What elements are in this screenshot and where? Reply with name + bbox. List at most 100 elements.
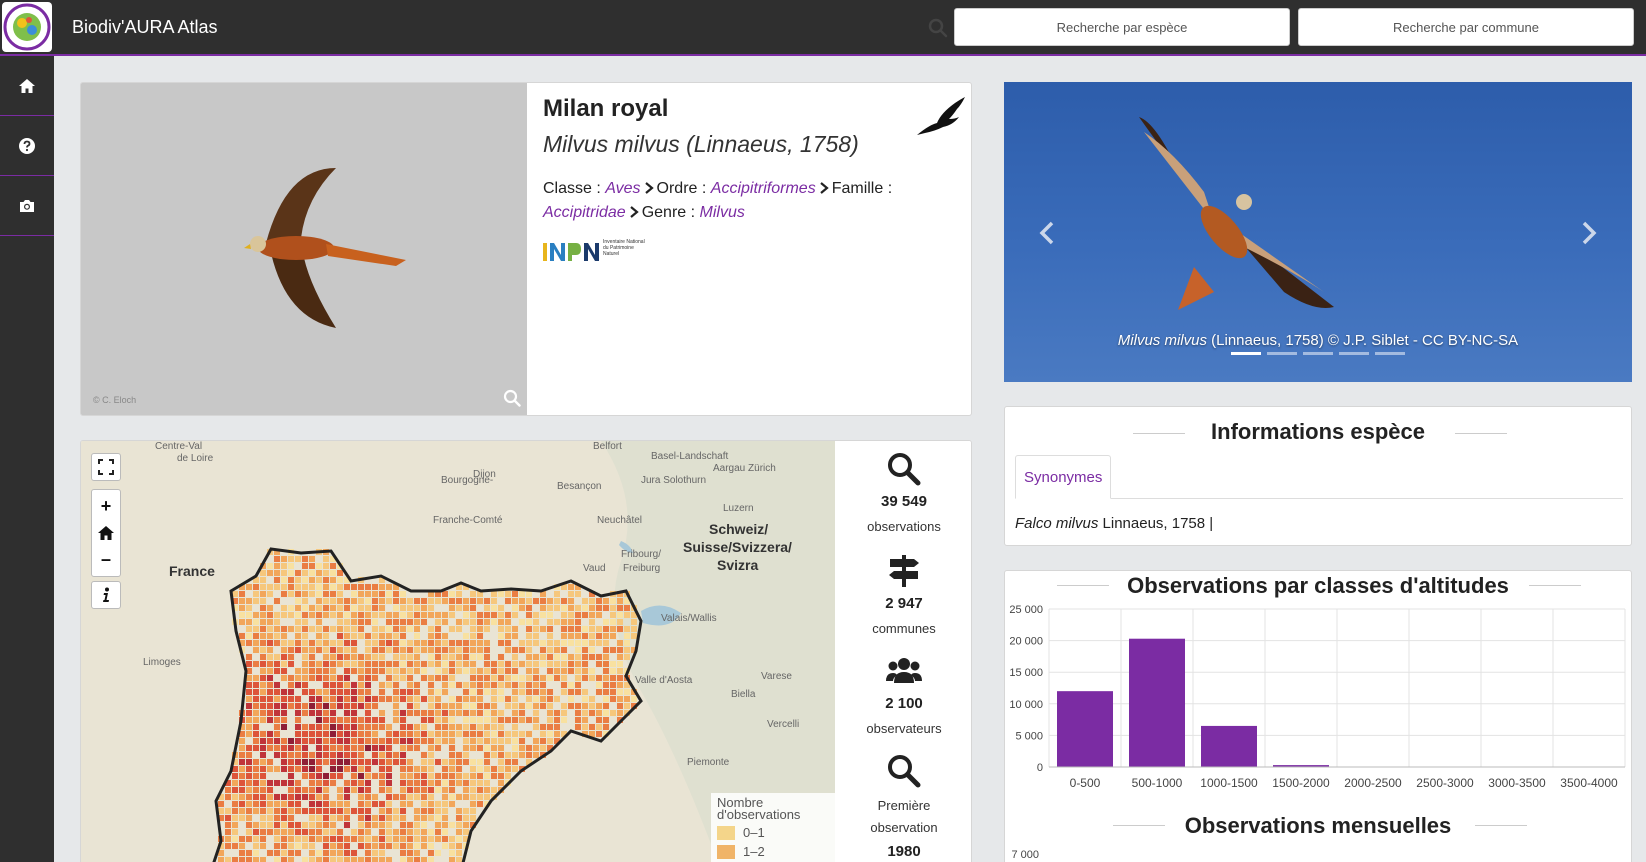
map-grid-cell[interactable] (400, 633, 406, 639)
map-grid-cell[interactable] (316, 857, 322, 862)
map-grid-cell[interactable] (386, 647, 392, 653)
map-grid-cell[interactable] (477, 626, 483, 632)
map-grid-cell[interactable] (568, 689, 574, 695)
map-grid-cell[interactable] (442, 640, 448, 646)
map-grid-cell[interactable] (512, 633, 518, 639)
map-grid-cell[interactable] (344, 801, 350, 807)
map-grid-cell[interactable] (463, 696, 469, 702)
map-grid-cell[interactable] (316, 563, 322, 569)
map-grid-cell[interactable] (512, 661, 518, 667)
map-grid-cell[interactable] (470, 605, 476, 611)
map-grid-cell[interactable] (379, 780, 385, 786)
map-grid-cell[interactable] (358, 591, 364, 597)
map-grid-cell[interactable] (330, 682, 336, 688)
map-grid-cell[interactable] (232, 829, 238, 835)
map-grid-cell[interactable] (435, 647, 441, 653)
map-grid-cell[interactable] (323, 801, 329, 807)
map-grid-cell[interactable] (358, 654, 364, 660)
map-grid-cell[interactable] (407, 787, 413, 793)
map-grid-cell[interactable] (526, 619, 532, 625)
map-grid-cell[interactable] (575, 682, 581, 688)
map-grid-cell[interactable] (323, 850, 329, 856)
map-grid-cell[interactable] (386, 731, 392, 737)
map-grid-cell[interactable] (421, 738, 427, 744)
map-grid-cell[interactable] (400, 773, 406, 779)
map-grid-cell[interactable] (547, 661, 553, 667)
map-grid-cell[interactable] (428, 857, 434, 862)
map-grid-cell[interactable] (309, 591, 315, 597)
map-grid-cell[interactable] (239, 836, 245, 842)
map-grid-cell[interactable] (253, 619, 259, 625)
map-grid-cell[interactable] (337, 570, 343, 576)
map-grid-cell[interactable] (393, 843, 399, 849)
map-grid-cell[interactable] (505, 682, 511, 688)
map-grid-cell[interactable] (540, 703, 546, 709)
tab-synonymes[interactable]: Synonymes (1015, 455, 1112, 499)
map-grid-cell[interactable] (463, 668, 469, 674)
map-grid-cell[interactable] (372, 633, 378, 639)
map-grid-cell[interactable] (253, 640, 259, 646)
map-grid-cell[interactable] (421, 612, 427, 618)
map-grid-cell[interactable] (603, 619, 609, 625)
map-grid-cell[interactable] (428, 843, 434, 849)
map-grid-cell[interactable] (512, 745, 518, 751)
map-grid-cell[interactable] (456, 829, 462, 835)
map-grid-cell[interactable] (379, 829, 385, 835)
map-grid-cell[interactable] (288, 773, 294, 779)
map-grid-cell[interactable] (477, 738, 483, 744)
map-grid-cell[interactable] (442, 773, 448, 779)
map-grid-cell[interactable] (477, 612, 483, 618)
map-grid-cell[interactable] (309, 570, 315, 576)
map-grid-cell[interactable] (442, 787, 448, 793)
map-grid-cell[interactable] (267, 710, 273, 716)
map-grid-cell[interactable] (309, 626, 315, 632)
map-grid-cell[interactable] (491, 675, 497, 681)
map-grid-cell[interactable] (281, 696, 287, 702)
map-grid-cell[interactable] (414, 605, 420, 611)
map-grid-cell[interactable] (302, 808, 308, 814)
map-grid-cell[interactable] (344, 759, 350, 765)
map-grid-cell[interactable] (470, 731, 476, 737)
map-grid-cell[interactable] (498, 759, 504, 765)
map-grid-cell[interactable] (442, 668, 448, 674)
map-grid-cell[interactable] (421, 780, 427, 786)
map-grid-cell[interactable] (288, 689, 294, 695)
map-grid-cell[interactable] (470, 654, 476, 660)
map-grid-cell[interactable] (330, 710, 336, 716)
map-grid-cell[interactable] (435, 808, 441, 814)
map-grid-cell[interactable] (232, 808, 238, 814)
map-grid-cell[interactable] (337, 724, 343, 730)
map-grid-cell[interactable] (295, 717, 301, 723)
map-grid-cell[interactable] (309, 696, 315, 702)
map-grid-cell[interactable] (358, 794, 364, 800)
map-grid-cell[interactable] (589, 598, 595, 604)
map-grid-cell[interactable] (281, 675, 287, 681)
map-grid-cell[interactable] (533, 710, 539, 716)
map-grid-cell[interactable] (274, 563, 280, 569)
map-grid-cell[interactable] (407, 598, 413, 604)
map-grid-cell[interactable] (617, 605, 623, 611)
map-grid-cell[interactable] (456, 591, 462, 597)
map-grid-cell[interactable] (407, 836, 413, 842)
map-grid-cell[interactable] (316, 619, 322, 625)
map-grid-cell[interactable] (540, 647, 546, 653)
map-grid-cell[interactable] (344, 717, 350, 723)
map-grid-cell[interactable] (344, 794, 350, 800)
map-grid-cell[interactable] (267, 612, 273, 618)
map-grid-cell[interactable] (400, 689, 406, 695)
map-grid-cell[interactable] (547, 654, 553, 660)
map-grid-cell[interactable] (596, 612, 602, 618)
map-grid-cell[interactable] (260, 780, 266, 786)
map-grid-cell[interactable] (442, 759, 448, 765)
map-grid-cell[interactable] (267, 654, 273, 660)
map-grid-cell[interactable] (505, 633, 511, 639)
map-grid-cell[interactable] (302, 822, 308, 828)
map-grid-cell[interactable] (400, 780, 406, 786)
map-grid-cell[interactable] (225, 843, 231, 849)
map-grid-cell[interactable] (239, 766, 245, 772)
map-grid-cell[interactable] (393, 815, 399, 821)
map-grid-cell[interactable] (379, 745, 385, 751)
map-grid-cell[interactable] (414, 696, 420, 702)
map-grid-cell[interactable] (323, 808, 329, 814)
map-grid-cell[interactable] (554, 724, 560, 730)
